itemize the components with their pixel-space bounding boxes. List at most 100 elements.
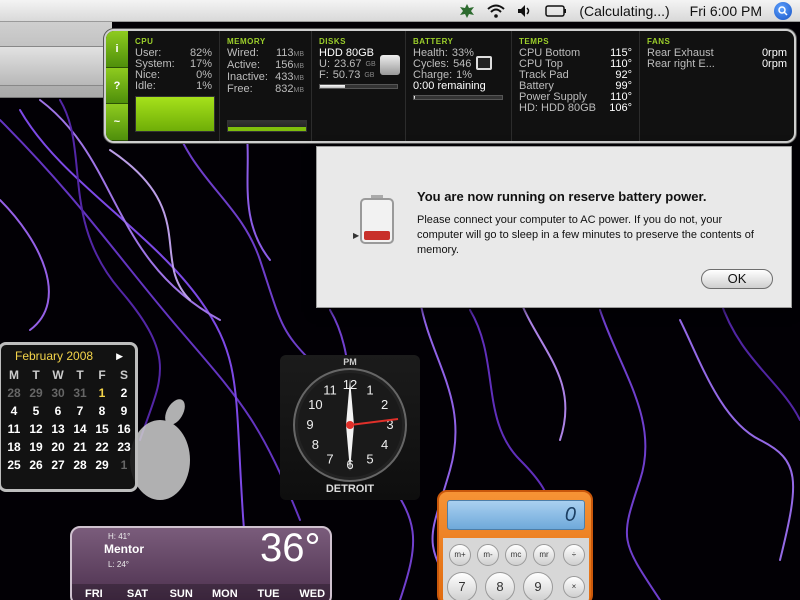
calendar-day: 18 bbox=[7, 440, 21, 454]
weather-city: Mentor bbox=[104, 542, 144, 556]
temps-title: TEMPS bbox=[519, 37, 550, 46]
calc-key-7[interactable]: 7 bbox=[447, 572, 477, 600]
wifi-icon[interactable] bbox=[487, 4, 506, 18]
ok-button[interactable]: OK bbox=[701, 269, 773, 289]
calendar-day: 7 bbox=[76, 404, 84, 418]
memory-active-value: 156 bbox=[275, 59, 294, 71]
background-window bbox=[0, 22, 112, 98]
calendar-day: 22 bbox=[95, 440, 109, 454]
calc-key-divide[interactable]: ÷ bbox=[563, 544, 585, 566]
istat-memory-panel: MEMORY Wired: 113MB Active: 156MB Inactive… bbox=[220, 31, 312, 141]
weekday-header: W bbox=[52, 368, 64, 382]
calendar-day: 23 bbox=[117, 440, 131, 454]
memory-inactive-value: 433 bbox=[275, 71, 294, 83]
battery-title: BATTERY bbox=[413, 37, 454, 46]
istat-fans-panel: FANS Rear Exhaust 0rpm Rear right E... 0rp… bbox=[640, 31, 794, 141]
clock-city: DETROIT bbox=[325, 483, 375, 495]
battery-charge-bar bbox=[413, 95, 503, 100]
disk-unit: GB bbox=[364, 72, 375, 79]
forecast-day: SAT bbox=[126, 588, 149, 600]
background-window-toolbar bbox=[0, 46, 112, 86]
weather-widget[interactable]: H: 41° Mentor L: 24° 36° FRI SAT SUN MON… bbox=[70, 526, 332, 600]
calendar-day: 19 bbox=[29, 440, 43, 454]
calendar-day: 25 bbox=[7, 458, 21, 472]
weekday-header: T bbox=[32, 368, 40, 382]
memory-unit: MB bbox=[293, 51, 305, 58]
calendar-day: 29 bbox=[95, 458, 109, 472]
disk-unit: GB bbox=[365, 61, 376, 68]
menu-bar: (Calculating...) Fri 6:00 PM bbox=[0, 0, 800, 22]
battery-status-text[interactable]: (Calculating...) bbox=[579, 3, 669, 19]
istat-info-button[interactable]: i bbox=[106, 31, 128, 68]
forecast-day: WED bbox=[299, 588, 326, 600]
calc-key-mminus[interactable]: m- bbox=[477, 544, 499, 566]
calc-key-mr[interactable]: mr bbox=[533, 544, 555, 566]
istat-widget[interactable]: i ? ~ CPU User: 82% System: 17% Nice: 0% Id… bbox=[104, 29, 796, 143]
calculator-widget[interactable]: 0 m+ m- mc mr ÷ 7 8 9 × bbox=[437, 490, 593, 600]
istat-graph-button[interactable]: ~ bbox=[106, 104, 128, 141]
weather-low: L: 24° bbox=[108, 560, 129, 569]
hard-drive-icon bbox=[380, 55, 400, 75]
calendar-day: 2 bbox=[120, 386, 128, 400]
memory-free-label: Free: bbox=[227, 83, 253, 95]
calendar-widget[interactable]: February 2008 ▶ M T W T F S 28 29 30 31 … bbox=[0, 342, 138, 492]
calendar-grid: M T W T F S 28 29 30 31 1 2 4 5 6 7 8 9 … bbox=[1, 367, 135, 474]
memory-row: Free: 832MB bbox=[227, 84, 304, 96]
istat-help-button[interactable]: ? bbox=[106, 67, 128, 105]
istat-side-buttons: i ? ~ bbox=[106, 31, 128, 141]
cpu-row: Idle: 1% bbox=[135, 81, 212, 92]
calendar-day: 6 bbox=[54, 404, 62, 418]
calendar-day: 26 bbox=[29, 458, 43, 472]
clock-face: 121234567891011 bbox=[293, 368, 407, 482]
battery-icon[interactable] bbox=[545, 4, 567, 17]
fan-value: 0rpm bbox=[761, 58, 787, 70]
calendar-day: 5 bbox=[32, 404, 40, 418]
calendar-day: 27 bbox=[51, 458, 65, 472]
clock-numeral: 11 bbox=[323, 382, 337, 397]
volume-icon[interactable] bbox=[517, 4, 533, 18]
forecast-day: FRI bbox=[84, 588, 103, 600]
clock-numeral: 2 bbox=[381, 397, 388, 412]
weekday-header: T bbox=[76, 368, 84, 382]
alert-title: You are now running on reserve battery p… bbox=[417, 189, 707, 204]
temp-label: HD: HDD 80GB bbox=[519, 102, 597, 114]
calendar-day: 13 bbox=[51, 422, 65, 436]
fan-row: Rear right E... 0rpm bbox=[647, 59, 787, 70]
disk-usage-bar bbox=[319, 84, 398, 89]
leaf-menu-icon[interactable] bbox=[459, 3, 475, 18]
istat-cpu-panel: CPU User: 82% System: 17% Nice: 0% Idle: 1% bbox=[128, 31, 220, 141]
next-month-icon[interactable]: ▶ bbox=[116, 351, 123, 362]
calculator-keypad: m+ m- mc mr ÷ 7 8 9 × bbox=[443, 538, 589, 600]
clock-numeral: 10 bbox=[308, 397, 322, 412]
calc-key-mplus[interactable]: m+ bbox=[449, 544, 471, 566]
weather-high: H: 41° bbox=[108, 532, 131, 541]
weekday-header: F bbox=[98, 368, 106, 382]
calc-key-multiply[interactable]: × bbox=[563, 576, 585, 598]
battery-plug-icon bbox=[476, 56, 492, 70]
calc-key-mc[interactable]: mc bbox=[505, 544, 527, 566]
clock-numeral: 7 bbox=[326, 452, 333, 467]
istat-disks-panel: DISKS HDD 80GB U: 23.67 GB F: 50.73 GB bbox=[312, 31, 406, 141]
calc-key-8[interactable]: 8 bbox=[485, 572, 515, 600]
weather-temperature: 36° bbox=[260, 526, 321, 570]
calendar-day: 4 bbox=[10, 404, 18, 418]
disks-title: DISKS bbox=[319, 37, 346, 46]
calendar-day: 28 bbox=[7, 386, 21, 400]
alert-message: Please connect your computer to AC power… bbox=[417, 214, 754, 256]
memory-free-value: 832 bbox=[275, 83, 294, 95]
calendar-day: 12 bbox=[29, 422, 43, 436]
calendar-day: 9 bbox=[120, 404, 128, 418]
menubar-clock[interactable]: Fri 6:00 PM bbox=[690, 3, 762, 19]
istat-battery-panel: BATTERY Health: 33% Cycles: 546 Charge: 1% … bbox=[406, 31, 512, 141]
cpu-usage-graph bbox=[135, 96, 215, 132]
disclosure-triangle-icon[interactable]: ▶ bbox=[353, 231, 359, 240]
memory-title: MEMORY bbox=[227, 37, 266, 46]
fans-title: FANS bbox=[647, 37, 671, 46]
calendar-day: 29 bbox=[29, 386, 43, 400]
calc-key-9[interactable]: 9 bbox=[523, 572, 553, 600]
weather-forecast-days: FRI SAT SUN MON TUE WED bbox=[72, 584, 330, 600]
clock-numeral: 4 bbox=[381, 437, 388, 452]
world-clock-widget[interactable]: PM 121234567891011 DETROIT bbox=[280, 355, 420, 500]
temp-row: HD: HDD 80GB 106° bbox=[519, 103, 632, 114]
spotlight-icon[interactable] bbox=[774, 1, 792, 20]
